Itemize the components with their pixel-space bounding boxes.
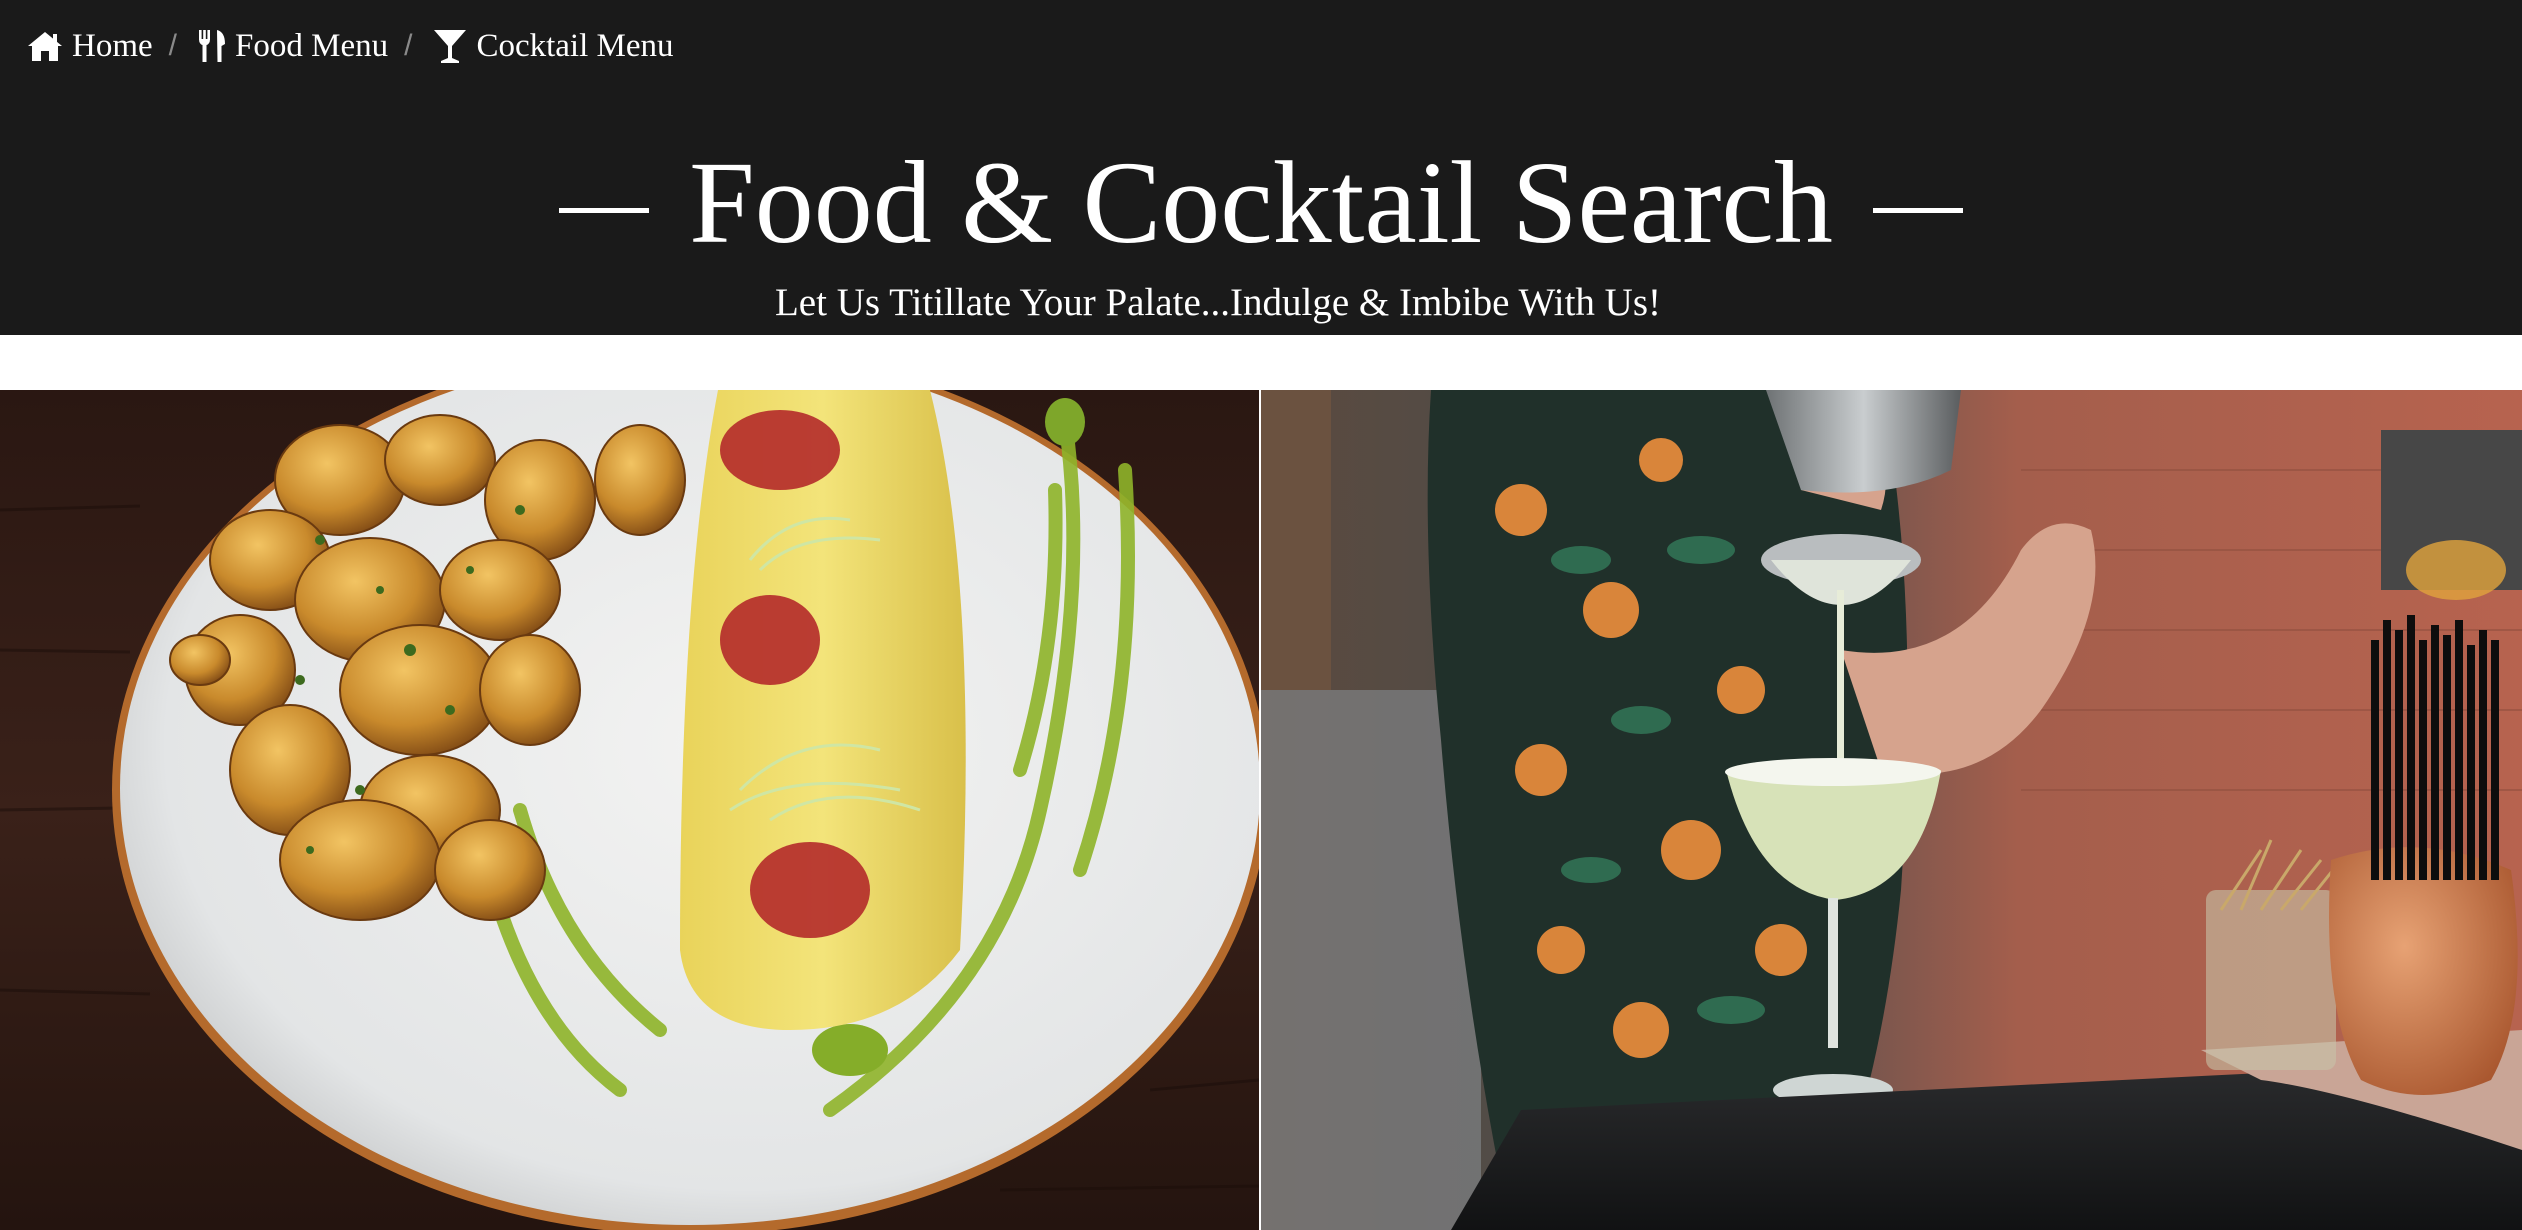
page-subtitle: Let Us Titillate Your Palate...Indulge &… <box>774 281 1661 324</box>
home-icon <box>26 30 64 62</box>
title-dash-right <box>1872 208 1963 214</box>
title-dash-left <box>559 208 650 214</box>
breadcrumb-separator: / <box>168 29 177 62</box>
breadcrumb-home-label: Home <box>72 27 153 64</box>
breadcrumb-food-menu-link[interactable]: Food Menu <box>197 28 388 65</box>
breadcrumb: Home / Food Menu / Cocktail Menu <box>26 22 674 70</box>
site-header: Home / Food Menu / Cocktail Menu Food & … <box>0 0 2522 335</box>
breadcrumb-cocktail-menu-label: Cocktail Menu <box>476 27 674 64</box>
cocktail-photo <box>1261 390 2522 1230</box>
breadcrumb-home-link[interactable]: Home <box>26 28 153 65</box>
cocktail-glass-icon <box>432 28 468 64</box>
breadcrumb-cocktail-menu-link[interactable]: Cocktail Menu <box>432 27 674 65</box>
hero-photos <box>0 390 2522 1230</box>
breadcrumb-separator: / <box>404 29 413 62</box>
food-photo <box>0 390 1259 1230</box>
page-title-text: Food & Cocktail Search <box>689 137 1833 268</box>
utensils-icon <box>197 28 227 64</box>
page-title: Food & Cocktail Search <box>0 128 2522 278</box>
breadcrumb-food-menu-label: Food Menu <box>235 27 389 64</box>
